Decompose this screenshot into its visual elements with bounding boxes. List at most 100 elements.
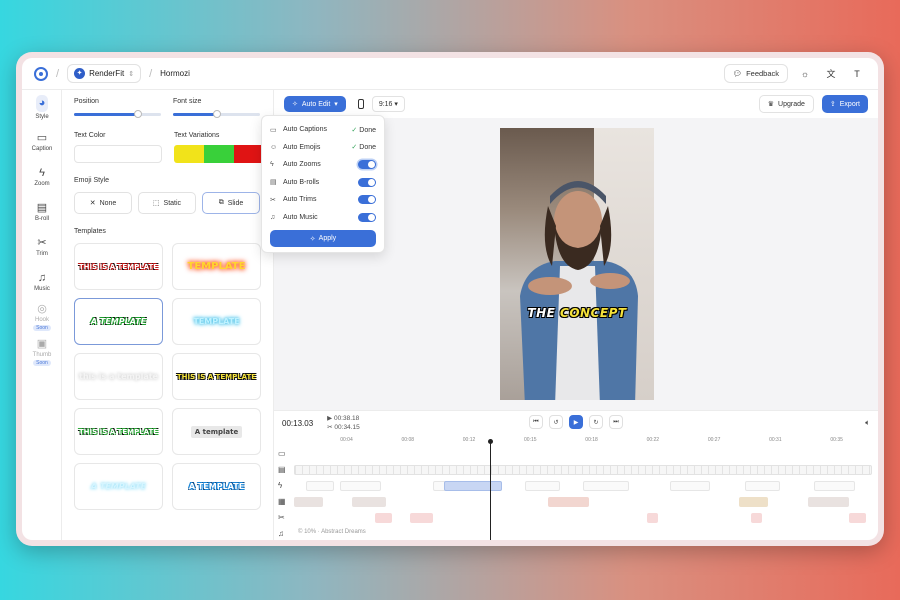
language-icon[interactable]: 文: [822, 65, 840, 83]
template-card-selected[interactable]: A TEMPLATE: [74, 298, 163, 345]
user-avatar[interactable]: T: [848, 65, 866, 83]
template-card[interactable]: A template: [172, 408, 261, 455]
rail-item-music[interactable]: ♫ Music: [22, 265, 62, 300]
font-size-slider[interactable]: [173, 110, 260, 118]
auto-emojis-row[interactable]: ☺ Auto Emojis ✓ Done: [270, 139, 376, 157]
emoji-style-label: Emoji Style: [74, 177, 110, 184]
auto-music-toggle[interactable]: [358, 212, 376, 222]
caption-track[interactable]: [294, 465, 872, 475]
playhead[interactable]: [488, 439, 493, 540]
zoom-segment[interactable]: [305, 481, 335, 491]
scissors-icon: ✂: [270, 196, 276, 204]
rail-label: Caption: [31, 146, 53, 152]
auto-edit-button[interactable]: ✧ Auto Edit ▾: [284, 96, 346, 112]
music-track-label[interactable]: © 10% · Abstract Dreams: [298, 529, 366, 535]
zoom-segment[interactable]: [669, 481, 711, 491]
apply-button[interactable]: ✧ Apply: [270, 230, 376, 247]
export-button[interactable]: ⇪ Export: [821, 95, 868, 113]
broll-clip[interactable]: [739, 497, 768, 507]
template-card[interactable]: TEMPLATE: [172, 243, 261, 290]
skip-back-icon[interactable]: ⏮: [529, 415, 543, 429]
project-name[interactable]: Hormozi: [160, 69, 190, 78]
auto-trims-row[interactable]: ✂ Auto Trims: [270, 191, 376, 209]
feedback-button[interactable]: 💬︎ Feedback: [723, 64, 788, 83]
rail-item-broll[interactable]: ▤ B-roll: [22, 195, 62, 230]
trim-segment[interactable]: [848, 513, 867, 523]
ruler-tick-label: 00:15: [524, 437, 537, 443]
zoom-track[interactable]: [294, 481, 872, 491]
rail-item-caption[interactable]: ▭ Caption: [22, 125, 62, 160]
variation-swatch-yellow[interactable]: [174, 145, 204, 163]
slider-handle[interactable]: [212, 110, 221, 118]
trim-segment[interactable]: [646, 513, 659, 523]
check-icon: ✓: [351, 144, 358, 152]
rail-item-trim[interactable]: ✂ Trim: [22, 230, 62, 265]
caption-overlay[interactable]: THE CONCEPT: [500, 306, 654, 320]
app-logo-icon[interactable]: [34, 66, 48, 81]
broll-clip[interactable]: [351, 497, 387, 507]
trim-track[interactable]: [294, 513, 872, 523]
dropdown-item-label: Auto Trims: [283, 196, 317, 204]
volume-icon[interactable]: 🔈︎: [865, 418, 870, 428]
done-status: ✓ Done: [351, 143, 376, 151]
rail-item-style[interactable]: ◕ Style: [22, 90, 62, 125]
auto-zooms-row[interactable]: ϟ Auto Zooms: [270, 156, 376, 174]
check-icon: ✓: [351, 126, 358, 134]
crown-icon: ♛: [767, 101, 775, 108]
broll-clip[interactable]: [294, 497, 323, 507]
upgrade-button[interactable]: ♛ Upgrade: [758, 95, 814, 113]
rewind-icon[interactable]: ↺: [549, 415, 563, 429]
emoji-slide-button[interactable]: ⧉ Slide: [202, 192, 260, 214]
template-card[interactable]: A TEMPLATE: [172, 463, 261, 510]
template-card[interactable]: THIS IS A TEMPLATE: [172, 353, 261, 400]
broll-clip[interactable]: [808, 497, 849, 507]
auto-brolls-row[interactable]: ▤ Auto B-rolls: [270, 174, 376, 192]
auto-brolls-toggle[interactable]: [358, 177, 376, 187]
rail-item-zoom[interactable]: ϟ Zoom: [22, 160, 62, 195]
phone-preview-icon[interactable]: [357, 99, 364, 109]
upgrade-label: Upgrade: [778, 100, 805, 108]
template-card[interactable]: THIS IS A TEMPLATE: [74, 243, 163, 290]
emoji-static-button[interactable]: ⬚ Static: [138, 192, 196, 214]
playback-controls: ⏮ ↺ ▶ ↻ ⏭: [529, 415, 623, 429]
forward-icon[interactable]: ↻: [589, 415, 603, 429]
timeline-ruler[interactable]: 00:04 00:08 00:12 00:15 00:18 00:22 00:27 00:31…: [294, 437, 872, 445]
sparkle-icon: ✧: [309, 235, 316, 243]
broll-track[interactable]: [294, 497, 872, 507]
status-text: Done: [359, 144, 376, 152]
auto-captions-row[interactable]: ▭ Auto Captions ✓ Done: [270, 121, 376, 139]
text-color-picker[interactable]: [74, 145, 162, 163]
theme-toggle-sun-icon[interactable]: ☼: [796, 65, 814, 83]
broll-clip[interactable]: [548, 497, 589, 507]
zoom-segment[interactable]: [340, 481, 381, 491]
auto-zooms-toggle[interactable]: [358, 160, 376, 170]
variation-swatch-red[interactable]: [234, 145, 264, 163]
workspace-switcher[interactable]: ✦ RenderFit ⇕: [67, 64, 142, 83]
template-card[interactable]: TEMPLATE: [172, 298, 261, 345]
play-button[interactable]: ▶: [569, 415, 583, 429]
slider-handle[interactable]: [133, 110, 142, 118]
app-window: / ✦ RenderFit ⇕ / Hormozi 💬︎ Feedback ☼ …: [22, 58, 878, 540]
workspace-name: RenderFit: [89, 69, 125, 78]
zoom-segment[interactable]: [744, 481, 780, 491]
auto-music-row[interactable]: ♫ Auto Music: [270, 209, 376, 227]
zoom-segment[interactable]: [814, 481, 855, 491]
trim-segment[interactable]: [374, 513, 393, 523]
auto-trims-toggle[interactable]: [358, 195, 376, 205]
template-card[interactable]: this is a template: [74, 353, 163, 400]
template-card[interactable]: A TEMPLATE: [74, 463, 163, 510]
aspect-ratio-select[interactable]: 9:16 ▾: [371, 96, 405, 112]
video-preview[interactable]: THE CONCEPT: [500, 128, 654, 400]
zoom-segment[interactable]: [583, 481, 630, 491]
trim-segment[interactable]: [409, 513, 433, 523]
template-card[interactable]: THIS IS A TEMPLATE: [74, 408, 163, 455]
skip-forward-icon[interactable]: ⏭: [609, 415, 623, 429]
trim-segment[interactable]: [750, 513, 763, 523]
position-slider[interactable]: [74, 110, 161, 118]
variation-swatch-green[interactable]: [204, 145, 234, 163]
template-preview-text: THIS IS A TEMPLATE: [78, 427, 159, 436]
zoom-segment-active[interactable]: [444, 481, 503, 491]
emoji-none-button[interactable]: ✕ None: [74, 192, 132, 214]
hook-icon: ◎: [37, 303, 47, 315]
zoom-segment[interactable]: [525, 481, 560, 491]
